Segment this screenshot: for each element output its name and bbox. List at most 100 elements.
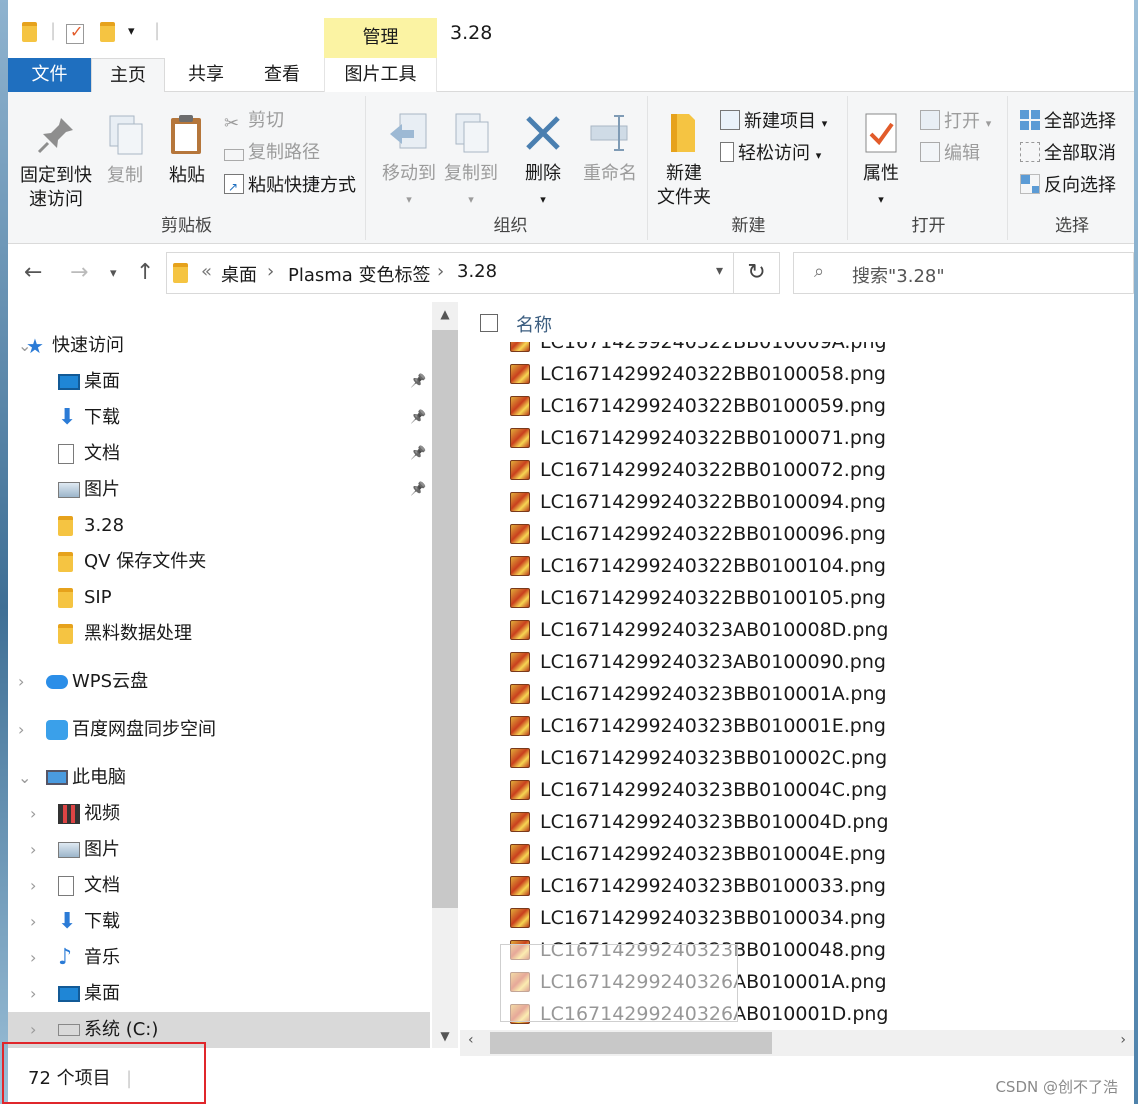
manage-context-tab[interactable]: 管理	[324, 18, 437, 58]
tab-view[interactable]: 查看	[244, 58, 320, 92]
rename-button[interactable]: 重命名	[578, 110, 642, 186]
paste-shortcut-button[interactable]: ↗ 粘贴快捷方式	[224, 174, 356, 197]
new-folder-button[interactable]: 新建 文件夹	[652, 110, 716, 210]
nav-item-3-28[interactable]: 3.28	[8, 508, 430, 544]
nav-pc-downloads[interactable]: › ⬇ 下载	[8, 904, 430, 940]
nav-wps-cloud[interactable]: › WPS云盘	[8, 664, 430, 700]
file-row[interactable]: LC16714299240322BB0100071.png	[510, 422, 886, 454]
chevron-right-icon[interactable]: ›	[30, 940, 36, 976]
breadcrumb-plasma[interactable]: Plasma 变色标签	[288, 261, 431, 287]
nav-item-pictures[interactable]: 图片 📌	[8, 472, 430, 508]
pin-icon[interactable]: 📌	[410, 400, 426, 436]
chevron-right-icon[interactable]: ›	[30, 904, 36, 940]
new-folder-icon[interactable]	[100, 22, 115, 42]
open-button[interactable]: 打开 ▾	[920, 110, 991, 135]
up-arrow-icon[interactable]: ↑	[136, 260, 154, 285]
file-row[interactable]: LC16714299240322BB0100105.png	[510, 582, 886, 614]
pin-icon[interactable]: 📌	[410, 472, 426, 508]
address-bar[interactable]: « 桌面 › Plasma 变色标签 › 3.28 ▾	[166, 252, 734, 294]
select-none-button[interactable]: 全部取消	[1020, 142, 1116, 165]
nav-pc-desktop[interactable]: › 桌面	[8, 976, 430, 1012]
file-row[interactable]: LC16714299240322BB0100096.png	[510, 518, 886, 550]
column-name[interactable]: 名称	[516, 311, 552, 337]
recent-locations-icon[interactable]: ▾	[110, 266, 117, 281]
file-row[interactable]: LC16714299240322BB0100094.png	[510, 486, 886, 518]
file-row[interactable]: LC16714299240323BB010002C.png	[510, 742, 887, 774]
chevron-down-icon[interactable]: ⌄	[18, 760, 31, 796]
move-to-button[interactable]: 移动到 ▾	[378, 110, 440, 212]
file-row[interactable]: LC16714299240323BB010004C.png	[510, 774, 887, 806]
new-item-label: 新建项目	[744, 111, 816, 132]
delete-button[interactable]: 删除 ▾	[516, 110, 570, 212]
paste-button[interactable]: 粘贴	[160, 112, 214, 188]
nav-pc-videos[interactable]: › 视频	[8, 796, 430, 832]
nav-this-pc[interactable]: ⌄ 此电脑	[8, 760, 430, 796]
cut-button[interactable]: ✂ 剪切	[224, 110, 284, 134]
nav-item-desktop[interactable]: 桌面 📌	[8, 364, 430, 400]
chevron-right-icon[interactable]: ›	[30, 976, 36, 1012]
tab-home[interactable]: 主页	[91, 58, 165, 93]
pin-icon[interactable]: 📌	[410, 436, 426, 472]
breadcrumb-desktop[interactable]: 桌面	[221, 261, 257, 287]
properties-icon[interactable]: ✓	[66, 22, 84, 44]
chevron-right-icon[interactable]: ›	[30, 796, 36, 832]
copy-path-button[interactable]: 复制路径	[224, 142, 320, 164]
file-row[interactable]: LC16714299240323BB010001A.png	[510, 678, 887, 710]
edit-button[interactable]: 编辑	[920, 142, 980, 165]
nav-pc-documents[interactable]: › 文档	[8, 868, 430, 904]
copy-to-button[interactable]: 复制到 ▾	[440, 110, 502, 212]
file-row[interactable]: LC16714299240322BB0100059.png	[510, 390, 886, 422]
chevron-right-icon[interactable]: ›	[30, 868, 36, 904]
search-box[interactable]: ⌕ 搜索"3.28"	[793, 252, 1134, 294]
scroll-right-icon[interactable]: ›	[1120, 1032, 1126, 1048]
pin-to-quick-access-button[interactable]: 固定到快 速访问	[16, 112, 96, 212]
breadcrumb-current[interactable]: 3.28	[457, 261, 497, 282]
file-list-scroll-thumb[interactable]	[490, 1032, 772, 1054]
file-row[interactable]: LC16714299240322BB0100058.png	[510, 358, 886, 390]
nav-item-data-processing[interactable]: 黑料数据处理	[8, 616, 430, 652]
new-item-button[interactable]: 新建项目 ▾	[720, 110, 827, 135]
nav-item-documents[interactable]: 文档 📌	[8, 436, 430, 472]
tab-share[interactable]: 共享	[168, 58, 244, 92]
copy-button[interactable]: 复制	[98, 112, 152, 188]
easy-access-button[interactable]: 轻松访问 ▾	[720, 142, 821, 167]
file-row[interactable]: LC16714299240323BB0100033.png	[510, 870, 886, 902]
back-arrow-icon[interactable]: ←	[24, 260, 42, 285]
file-list-h-scrollbar[interactable]: ‹ ›	[460, 1030, 1134, 1056]
refresh-icon[interactable]: ↻	[734, 252, 780, 294]
invert-selection-button[interactable]: 反向选择	[1020, 174, 1116, 197]
scroll-down-icon[interactable]: ▼	[432, 1024, 458, 1048]
tab-picture-tools[interactable]: 图片工具	[324, 58, 437, 92]
overflow-chevron[interactable]: «	[201, 261, 212, 282]
forward-arrow-icon[interactable]: →	[70, 260, 88, 285]
nav-item-sip[interactable]: SIP	[8, 580, 430, 616]
scroll-up-icon[interactable]: ▲	[432, 302, 458, 326]
file-row[interactable]: LC16714299240323AB0100090.png	[510, 646, 886, 678]
select-all-checkbox[interactable]	[480, 314, 498, 332]
chevron-right-icon[interactable]: ›	[18, 664, 24, 700]
nav-item-downloads[interactable]: ⬇ 下载 📌	[8, 400, 430, 436]
file-row[interactable]: LC16714299240322BB0100104.png	[510, 550, 886, 582]
nav-pc-music[interactable]: › ♪ 音乐	[8, 940, 430, 976]
file-row[interactable]: LC16714299240323BB010001E.png	[510, 710, 886, 742]
pin-icon[interactable]: 📌	[410, 364, 426, 400]
file-row[interactable]: LC16714299240323BB010004E.png	[510, 838, 886, 870]
scroll-left-icon[interactable]: ‹	[468, 1032, 474, 1048]
nav-item-qv-folder[interactable]: QV 保存文件夹	[8, 544, 430, 580]
file-row[interactable]: LC16714299240323AB010008D.png	[510, 614, 889, 646]
address-dropdown-icon[interactable]: ▾	[716, 263, 723, 279]
tab-file[interactable]: 文件	[8, 58, 91, 92]
nav-pane-scrollbar[interactable]: ▲ ▼	[432, 302, 458, 1048]
nav-pc-pictures[interactable]: › 图片	[8, 832, 430, 868]
nav-quick-access[interactable]: ⌄ ★ 快速访问	[8, 328, 430, 364]
customize-toolbar-icon[interactable]: ▾	[128, 24, 135, 39]
nav-pane-scroll-thumb[interactable]	[432, 330, 458, 908]
chevron-right-icon[interactable]: ›	[30, 832, 36, 868]
properties-button[interactable]: 属性 ▾	[854, 110, 908, 212]
chevron-right-icon[interactable]: ›	[18, 712, 24, 748]
select-all-button[interactable]: 全部选择	[1020, 110, 1116, 133]
file-row[interactable]: LC16714299240323BB0100034.png	[510, 902, 886, 934]
nav-baidu-sync[interactable]: › 百度网盘同步空间	[8, 712, 430, 748]
file-row[interactable]: LC16714299240323BB010004D.png	[510, 806, 889, 838]
file-row[interactable]: LC16714299240322BB0100072.png	[510, 454, 886, 486]
